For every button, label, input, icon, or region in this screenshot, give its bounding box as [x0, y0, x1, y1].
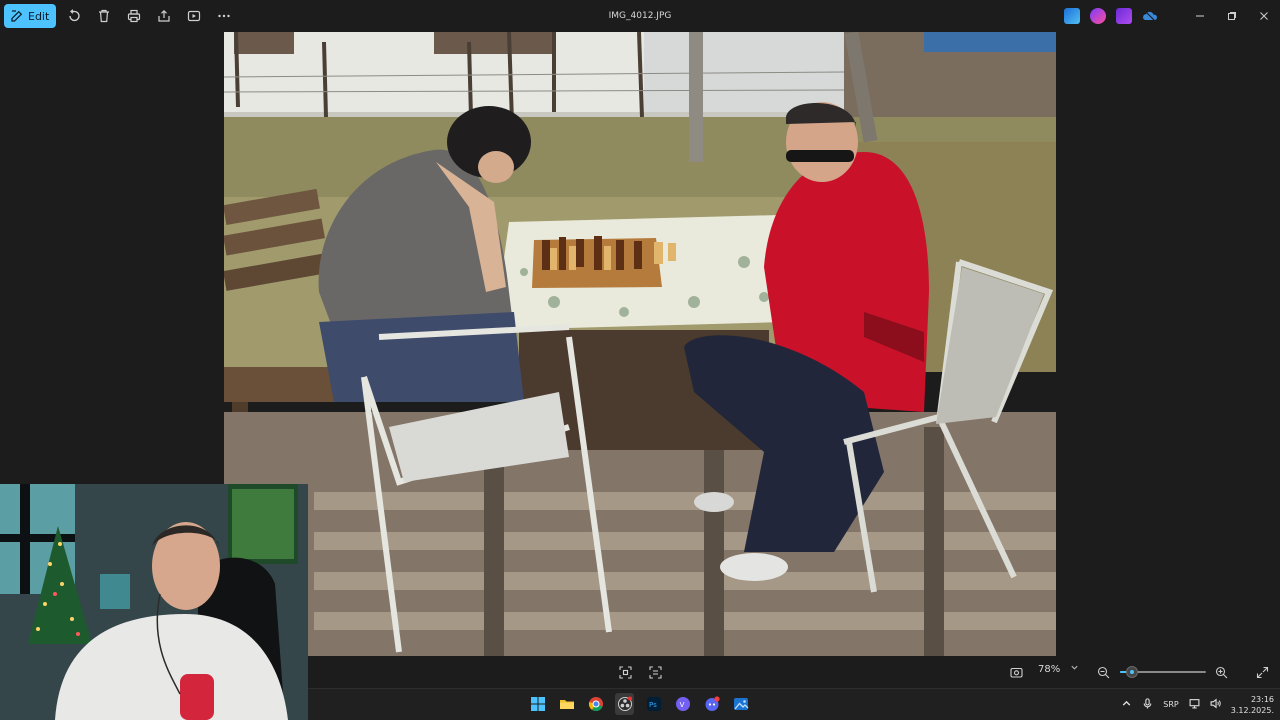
taskbar-apps: Ps V	[528, 693, 750, 715]
fit-icon	[618, 665, 632, 679]
start-button[interactable]	[528, 693, 547, 715]
system-tray: SRP 23:16 3.12.2025.	[1121, 689, 1274, 720]
discord-button[interactable]	[702, 693, 721, 715]
viber-icon: V	[675, 697, 690, 711]
svg-text:Ps: Ps	[649, 701, 657, 709]
delete-button[interactable]	[92, 4, 116, 28]
photo-canvas	[224, 32, 1056, 656]
language-indicator[interactable]: SRP	[1163, 700, 1178, 709]
maximize-button[interactable]	[1216, 0, 1248, 32]
edit-icon	[11, 10, 23, 22]
tray-overflow-button[interactable]	[1121, 698, 1132, 711]
fullscreen-button[interactable]	[1254, 664, 1270, 680]
network-icon	[1189, 699, 1200, 709]
webcam-feed	[0, 484, 308, 720]
svg-text:V: V	[679, 701, 684, 709]
volume-icon	[1210, 698, 1221, 709]
discord-icon	[705, 696, 720, 711]
microphone-button[interactable]	[1142, 698, 1153, 711]
photo[interactable]	[224, 32, 1056, 656]
webcam-overlay	[0, 484, 308, 720]
file-explorer-button[interactable]	[557, 693, 576, 715]
clock-date: 3.12.2025.	[1230, 705, 1274, 715]
zoom-in-button[interactable]	[1213, 664, 1229, 680]
edit-button[interactable]: Edit	[4, 4, 57, 28]
photos-icon	[733, 698, 748, 710]
clock[interactable]: 23:16 3.12.2025.	[1231, 694, 1274, 716]
print-button[interactable]	[122, 4, 146, 28]
edit-button-label: Edit	[28, 9, 50, 23]
zoom-out-button[interactable]	[1095, 664, 1111, 680]
toolbar: Edit	[0, 0, 236, 32]
photoshop-icon: Ps	[646, 697, 661, 711]
close-button[interactable]	[1248, 0, 1280, 32]
obs-icon	[617, 696, 632, 711]
close-icon	[1260, 12, 1268, 20]
zoom-in-icon	[1215, 666, 1227, 678]
chrome-button[interactable]	[586, 693, 605, 715]
bottom-bar: 78%	[308, 656, 1280, 688]
designer-icon[interactable]	[1090, 8, 1106, 24]
chevron-down-icon	[1071, 665, 1078, 670]
photos-button[interactable]	[731, 693, 750, 715]
share-icon	[158, 9, 170, 22]
more-icon	[218, 14, 231, 18]
maximize-icon	[1228, 12, 1236, 20]
slideshow-icon	[188, 10, 201, 22]
slideshow-button[interactable]	[182, 4, 206, 28]
more-button[interactable]	[212, 4, 236, 28]
crop-button[interactable]	[647, 664, 663, 680]
zoom-slider[interactable]	[1120, 666, 1206, 678]
onedrive-icon[interactable]	[1142, 8, 1158, 24]
network-button[interactable]	[1189, 698, 1200, 711]
clipchamp-icon[interactable]	[1064, 8, 1080, 24]
photoshop-button[interactable]: Ps	[644, 693, 663, 715]
minimize-icon	[1196, 15, 1204, 17]
screenshot-icon	[1009, 667, 1023, 678]
obs-button[interactable]	[615, 693, 634, 715]
rotate-button[interactable]	[62, 4, 86, 28]
clock-time: 23:16	[1250, 694, 1274, 704]
zoom-out-icon	[1097, 666, 1109, 678]
volume-button[interactable]	[1210, 698, 1221, 711]
titlebar-right	[1064, 0, 1280, 32]
minimize-button[interactable]	[1184, 0, 1216, 32]
title-bar: Edit IMG_4012.JPG	[0, 0, 1280, 32]
taskbar: Ps V SRP 23:16 3.12.2025.	[308, 688, 1280, 720]
integrated-apps	[1064, 8, 1158, 24]
screenshot-button[interactable]	[1008, 664, 1024, 680]
chevron-up-icon	[1122, 700, 1131, 706]
zoom-dropdown-button[interactable]	[1070, 663, 1079, 675]
share-button[interactable]	[152, 4, 176, 28]
fullscreen-icon	[1256, 666, 1268, 678]
zoom-level-label[interactable]: 78%	[1038, 664, 1060, 675]
viber-button[interactable]: V	[673, 693, 692, 715]
zoom-slider-thumb[interactable]	[1126, 666, 1139, 678]
video-editor-icon[interactable]	[1116, 8, 1132, 24]
file-explorer-icon	[559, 700, 574, 709]
microphone-icon	[1143, 698, 1152, 709]
fit-button[interactable]	[617, 664, 633, 680]
print-icon	[128, 9, 141, 23]
crop-icon	[648, 665, 662, 679]
chrome-icon	[588, 697, 603, 712]
delete-icon	[99, 9, 110, 23]
start-icon	[530, 697, 545, 711]
rotate-icon	[69, 9, 80, 22]
